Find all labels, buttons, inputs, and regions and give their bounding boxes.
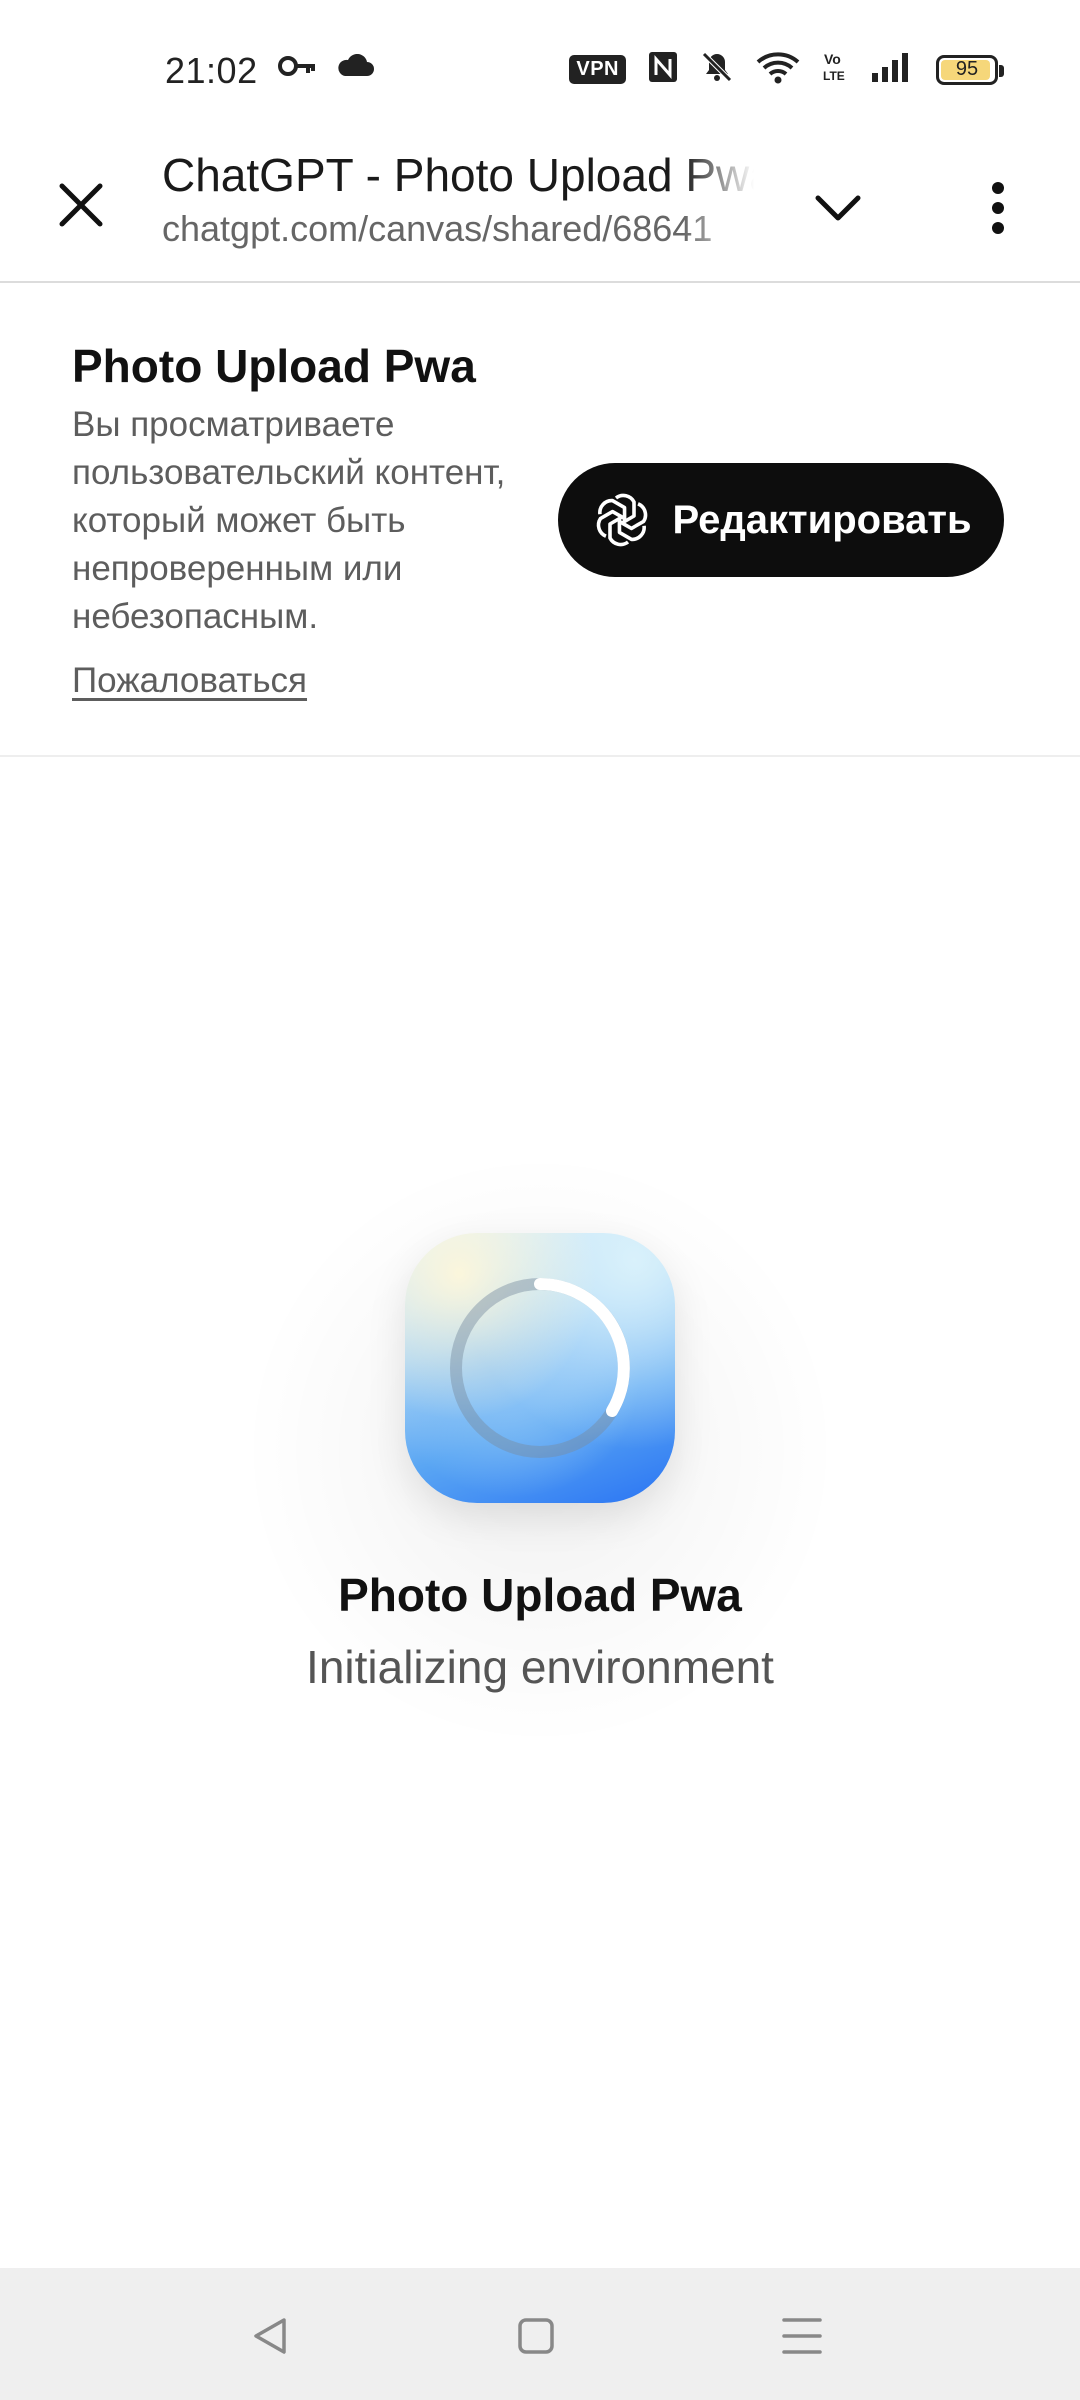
user-content-notice: Photo Upload Pwa Вы просматриваете польз… bbox=[0, 283, 1080, 757]
loading-spinner-icon bbox=[450, 1278, 630, 1458]
notice-text: Вы просматриваете пользовательский конте… bbox=[72, 405, 506, 636]
battery-cap bbox=[999, 64, 1004, 77]
expand-button[interactable] bbox=[800, 170, 875, 245]
home-square-icon bbox=[518, 2318, 554, 2354]
cloud-icon bbox=[336, 53, 374, 83]
nfc-icon bbox=[648, 51, 678, 88]
close-button[interactable] bbox=[46, 170, 116, 240]
more-vertical-icon bbox=[991, 181, 1004, 234]
battery-icon: 95 bbox=[936, 54, 1004, 85]
app-name: Photo Upload Pwa bbox=[338, 1569, 742, 1621]
status-bar: 21:02 VPN Vo LTE 95 bbox=[0, 0, 1080, 140]
screen: 21:02 VPN Vo LTE 95 ChatGPT - Photo Uplo… bbox=[0, 0, 1080, 2400]
edit-button-label: Редактировать bbox=[672, 497, 972, 542]
system-nav-bar bbox=[0, 2268, 1080, 2400]
back-triangle-icon bbox=[254, 2318, 286, 2354]
more-options-button[interactable] bbox=[960, 170, 1035, 245]
nav-home-button[interactable] bbox=[504, 2304, 568, 2368]
browser-toolbar: ChatGPT - Photo Upload Pwa chatgpt.com/c… bbox=[0, 140, 1080, 283]
nav-recents-button[interactable] bbox=[770, 2304, 834, 2368]
svg-text:LTE: LTE bbox=[823, 69, 845, 83]
notice-title: Photo Upload Pwa bbox=[72, 340, 476, 392]
page-url[interactable]: chatgpt.com/canvas/shared/68641 bbox=[162, 208, 754, 250]
status-time: 21:02 bbox=[165, 50, 258, 91]
nav-back-button[interactable] bbox=[238, 2304, 302, 2368]
key-icon bbox=[278, 54, 318, 83]
edit-button[interactable]: Редактировать bbox=[558, 463, 1004, 577]
recents-menu-icon bbox=[782, 2318, 822, 2354]
volte-icon: Vo LTE bbox=[822, 50, 848, 89]
report-link[interactable]: Пожаловаться bbox=[72, 661, 307, 701]
vpn-badge: VPN bbox=[569, 55, 626, 84]
signal-icon bbox=[870, 51, 914, 88]
openai-logo-icon bbox=[590, 488, 654, 552]
page-title[interactable]: ChatGPT - Photo Upload Pwa bbox=[162, 148, 754, 202]
close-icon bbox=[59, 183, 103, 227]
loading-status: Initializing environment bbox=[306, 1641, 774, 1693]
wifi-icon bbox=[756, 50, 800, 89]
status-right-icons: VPN Vo LTE 95 bbox=[569, 50, 1004, 89]
app-icon bbox=[405, 1233, 675, 1503]
mute-icon bbox=[700, 50, 734, 89]
status-left-icons bbox=[278, 53, 374, 83]
chevron-down-icon bbox=[815, 195, 860, 220]
battery-level: 95 bbox=[955, 58, 979, 80]
svg-text:Vo: Vo bbox=[824, 51, 841, 67]
